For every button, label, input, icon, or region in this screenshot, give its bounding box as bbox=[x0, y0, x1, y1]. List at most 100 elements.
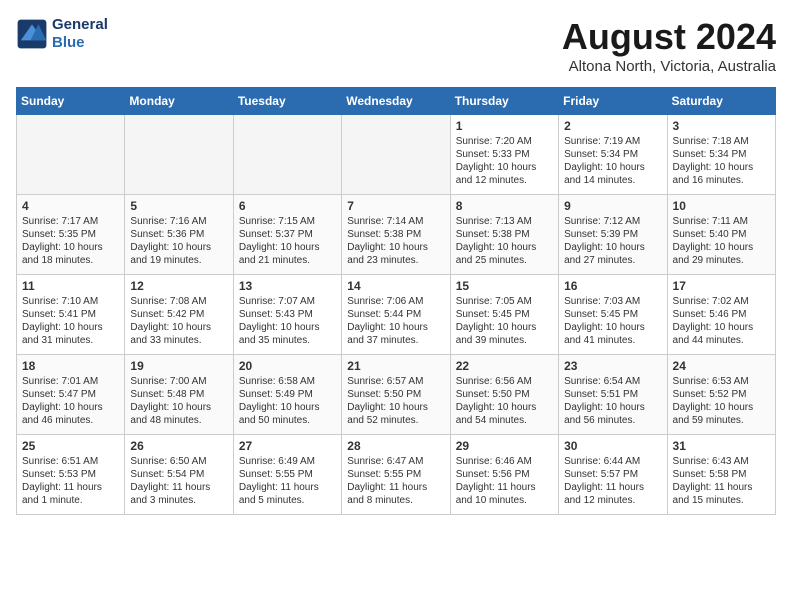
day-header-saturday: Saturday bbox=[667, 88, 775, 115]
day-number: 10 bbox=[673, 199, 770, 213]
day-info: Daylight: 11 hours bbox=[239, 481, 336, 494]
day-info: Daylight: 10 hours bbox=[239, 241, 336, 254]
day-info: Sunset: 5:49 PM bbox=[239, 388, 336, 401]
day-info: Sunset: 5:42 PM bbox=[130, 308, 227, 321]
day-info: and 35 minutes. bbox=[239, 334, 336, 347]
calendar-cell: 15Sunrise: 7:05 AMSunset: 5:45 PMDayligh… bbox=[450, 275, 558, 355]
day-info: Daylight: 10 hours bbox=[456, 161, 553, 174]
day-header-row: SundayMondayTuesdayWednesdayThursdayFrid… bbox=[17, 88, 776, 115]
day-info: and 56 minutes. bbox=[564, 414, 661, 427]
logo-icon bbox=[16, 18, 48, 50]
day-info: and 48 minutes. bbox=[130, 414, 227, 427]
calendar-cell: 7Sunrise: 7:14 AMSunset: 5:38 PMDaylight… bbox=[342, 195, 450, 275]
day-info: Sunset: 5:45 PM bbox=[564, 308, 661, 321]
calendar-cell: 18Sunrise: 7:01 AMSunset: 5:47 PMDayligh… bbox=[17, 355, 125, 435]
day-info: Sunset: 5:34 PM bbox=[564, 148, 661, 161]
calendar-table: SundayMondayTuesdayWednesdayThursdayFrid… bbox=[16, 87, 776, 515]
day-number: 16 bbox=[564, 279, 661, 293]
day-info: and 18 minutes. bbox=[22, 254, 119, 267]
calendar-cell: 29Sunrise: 6:46 AMSunset: 5:56 PMDayligh… bbox=[450, 435, 558, 515]
day-info: Sunrise: 7:11 AM bbox=[673, 215, 770, 228]
day-info: Sunrise: 7:03 AM bbox=[564, 295, 661, 308]
calendar-cell: 21Sunrise: 6:57 AMSunset: 5:50 PMDayligh… bbox=[342, 355, 450, 435]
calendar-cell: 17Sunrise: 7:02 AMSunset: 5:46 PMDayligh… bbox=[667, 275, 775, 355]
day-header-monday: Monday bbox=[125, 88, 233, 115]
day-info: and 1 minute. bbox=[22, 494, 119, 507]
day-number: 18 bbox=[22, 359, 119, 373]
day-info: Sunrise: 7:13 AM bbox=[456, 215, 553, 228]
calendar-cell: 25Sunrise: 6:51 AMSunset: 5:53 PMDayligh… bbox=[17, 435, 125, 515]
calendar-cell: 26Sunrise: 6:50 AMSunset: 5:54 PMDayligh… bbox=[125, 435, 233, 515]
day-number: 30 bbox=[564, 439, 661, 453]
day-info: Sunset: 5:36 PM bbox=[130, 228, 227, 241]
day-number: 29 bbox=[456, 439, 553, 453]
calendar-cell: 22Sunrise: 6:56 AMSunset: 5:50 PMDayligh… bbox=[450, 355, 558, 435]
day-info: Daylight: 11 hours bbox=[564, 481, 661, 494]
day-number: 20 bbox=[239, 359, 336, 373]
calendar-cell: 28Sunrise: 6:47 AMSunset: 5:55 PMDayligh… bbox=[342, 435, 450, 515]
day-info: Sunrise: 6:57 AM bbox=[347, 375, 444, 388]
month-title: August 2024 bbox=[562, 16, 776, 58]
day-number: 12 bbox=[130, 279, 227, 293]
day-number: 13 bbox=[239, 279, 336, 293]
calendar-cell: 20Sunrise: 6:58 AMSunset: 5:49 PMDayligh… bbox=[233, 355, 341, 435]
day-info: Daylight: 10 hours bbox=[673, 321, 770, 334]
calendar-cell bbox=[342, 115, 450, 195]
day-info: Sunrise: 7:02 AM bbox=[673, 295, 770, 308]
day-info: and 3 minutes. bbox=[130, 494, 227, 507]
day-info: Sunset: 5:55 PM bbox=[239, 468, 336, 481]
day-info: Sunrise: 6:58 AM bbox=[239, 375, 336, 388]
day-info: Sunset: 5:43 PM bbox=[239, 308, 336, 321]
logo: General Blue bbox=[16, 16, 108, 52]
title-block: August 2024 Altona North, Victoria, Aust… bbox=[562, 16, 776, 75]
day-info: Daylight: 10 hours bbox=[22, 241, 119, 254]
day-number: 8 bbox=[456, 199, 553, 213]
day-info: and 10 minutes. bbox=[456, 494, 553, 507]
day-info: Sunset: 5:44 PM bbox=[347, 308, 444, 321]
day-info: Sunset: 5:37 PM bbox=[239, 228, 336, 241]
calendar-cell: 1Sunrise: 7:20 AMSunset: 5:33 PMDaylight… bbox=[450, 115, 558, 195]
day-info: Sunrise: 6:46 AM bbox=[456, 455, 553, 468]
day-info: Daylight: 11 hours bbox=[673, 481, 770, 494]
day-info: Daylight: 10 hours bbox=[130, 241, 227, 254]
day-info: Sunset: 5:52 PM bbox=[673, 388, 770, 401]
day-info: and 23 minutes. bbox=[347, 254, 444, 267]
calendar-cell: 23Sunrise: 6:54 AMSunset: 5:51 PMDayligh… bbox=[559, 355, 667, 435]
day-info: Daylight: 10 hours bbox=[347, 321, 444, 334]
day-info: Sunrise: 6:43 AM bbox=[673, 455, 770, 468]
day-info: Daylight: 10 hours bbox=[347, 241, 444, 254]
calendar-cell bbox=[125, 115, 233, 195]
day-number: 17 bbox=[673, 279, 770, 293]
day-info: and 25 minutes. bbox=[456, 254, 553, 267]
calendar-cell: 13Sunrise: 7:07 AMSunset: 5:43 PMDayligh… bbox=[233, 275, 341, 355]
day-number: 22 bbox=[456, 359, 553, 373]
day-info: and 12 minutes. bbox=[456, 174, 553, 187]
week-row-4: 18Sunrise: 7:01 AMSunset: 5:47 PMDayligh… bbox=[17, 355, 776, 435]
day-info: Sunset: 5:40 PM bbox=[673, 228, 770, 241]
day-number: 25 bbox=[22, 439, 119, 453]
day-info: Daylight: 10 hours bbox=[130, 321, 227, 334]
day-info: and 46 minutes. bbox=[22, 414, 119, 427]
day-number: 7 bbox=[347, 199, 444, 213]
day-info: Daylight: 10 hours bbox=[673, 401, 770, 414]
day-info: Sunset: 5:38 PM bbox=[456, 228, 553, 241]
day-info: Sunset: 5:34 PM bbox=[673, 148, 770, 161]
logo-text-blue: Blue bbox=[52, 34, 108, 52]
day-info: Sunset: 5:45 PM bbox=[456, 308, 553, 321]
day-info: and 52 minutes. bbox=[347, 414, 444, 427]
day-info: Daylight: 11 hours bbox=[22, 481, 119, 494]
day-info: and 33 minutes. bbox=[130, 334, 227, 347]
day-info: Sunset: 5:53 PM bbox=[22, 468, 119, 481]
day-info: Daylight: 11 hours bbox=[456, 481, 553, 494]
day-number: 26 bbox=[130, 439, 227, 453]
day-info: Sunset: 5:35 PM bbox=[22, 228, 119, 241]
day-info: Sunrise: 6:56 AM bbox=[456, 375, 553, 388]
day-info: and 44 minutes. bbox=[673, 334, 770, 347]
day-info: Daylight: 10 hours bbox=[22, 321, 119, 334]
day-info: and 14 minutes. bbox=[564, 174, 661, 187]
day-info: Sunrise: 6:44 AM bbox=[564, 455, 661, 468]
day-header-friday: Friday bbox=[559, 88, 667, 115]
day-info: Sunset: 5:50 PM bbox=[347, 388, 444, 401]
day-info: Sunset: 5:33 PM bbox=[456, 148, 553, 161]
day-info: Sunrise: 6:53 AM bbox=[673, 375, 770, 388]
